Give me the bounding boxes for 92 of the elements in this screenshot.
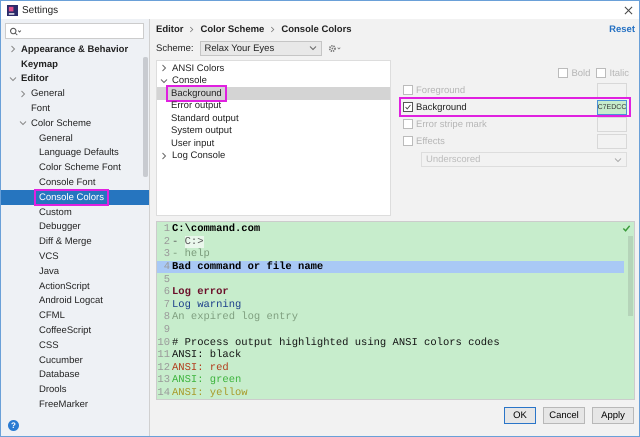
sidebar-item[interactable]: General: [1, 86, 149, 102]
chevron-right-icon[interactable]: [160, 152, 168, 160]
sidebar-item[interactable]: Color Scheme: [1, 116, 149, 131]
chevron-right-icon[interactable]: [19, 90, 27, 98]
code-line: ANSI: black: [172, 349, 242, 362]
tree-item[interactable]: Log Console: [157, 150, 390, 162]
help-button[interactable]: ?: [8, 420, 19, 430]
chevron-down-icon: [614, 156, 622, 164]
code-line: ANSI: red: [172, 362, 229, 374]
sidebar-item[interactable]: Language Defaults: [1, 146, 149, 160]
chevron-right-icon[interactable]: [9, 45, 17, 54]
line-number: 1: [162, 223, 170, 236]
gear-icon[interactable]: [328, 44, 342, 52]
color-swatch[interactable]: [597, 82, 627, 98]
sidebar-item[interactable]: Android Logcat: [1, 294, 149, 308]
chevron-down-icon[interactable]: [19, 119, 27, 128]
color-swatch[interactable]: [597, 116, 627, 132]
dialog-button[interactable]: Apply: [592, 406, 634, 424]
tree-item[interactable]: Console: [157, 74, 390, 87]
line-number: 11: [157, 349, 170, 362]
tree-item[interactable]: ANSI Colors: [157, 62, 390, 74]
tree-item[interactable]: System output: [157, 124, 390, 137]
attribute-checkbox[interactable]: Background: [403, 102, 467, 112]
sidebar-item[interactable]: CSS: [1, 338, 149, 353]
check-icon: [404, 103, 412, 111]
color-swatch[interactable]: [597, 134, 627, 148]
sidebar-item[interactable]: ActionScript: [1, 278, 149, 294]
scheme-label: Scheme:: [156, 42, 194, 54]
search-icon: [9, 26, 22, 36]
line-number: 10: [157, 336, 170, 349]
close-icon[interactable]: [624, 6, 633, 14]
sidebar-item[interactable]: Diff & Merge: [1, 234, 149, 250]
code-line: An expired log entry: [172, 311, 298, 324]
sidebar-item[interactable]: Keymap: [1, 56, 149, 72]
app-icon: [7, 4, 18, 16]
line-number: 14: [157, 387, 170, 399]
sidebar-item[interactable]: FreeMarker: [1, 397, 149, 412]
code-line: - help: [172, 248, 210, 260]
sidebar-item[interactable]: Database: [1, 368, 149, 382]
sidebar-item[interactable]: Debugger: [1, 220, 149, 234]
chevron-right-icon: [270, 26, 276, 33]
line-number: 9: [162, 324, 170, 336]
reset-link[interactable]: Reset: [609, 24, 635, 35]
sidebar-item[interactable]: Console Font: [1, 175, 149, 190]
code-line: Log warning: [172, 298, 242, 311]
code-line: - C:>: [172, 236, 204, 248]
sidebar-item[interactable]: Font: [1, 101, 149, 116]
line-number: 5: [162, 274, 170, 286]
sidebar-item[interactable]: Drools: [1, 382, 149, 398]
sidebar-item[interactable]: VCS: [1, 249, 149, 264]
code-line: ANSI: green: [172, 374, 242, 386]
line-number: 4: [162, 261, 170, 274]
chevron-right-icon: [189, 26, 194, 33]
chevron-down-icon[interactable]: [160, 76, 168, 85]
line-number: 6: [162, 286, 170, 298]
breadcrumb-item: Console Colors: [281, 24, 352, 35]
code-line: ANSI: yellow: [172, 387, 248, 399]
chevron-right-icon[interactable]: [160, 64, 168, 72]
tree-item[interactable]: Error output: [157, 100, 390, 112]
line-number: 8: [162, 311, 170, 324]
code-line: Log error: [172, 286, 229, 298]
sidebar-item[interactable]: CoffeeScript: [1, 323, 149, 338]
chevron-down-icon: [308, 44, 316, 52]
sidebar-item[interactable]: Color Scheme Font: [1, 160, 149, 176]
tree-item[interactable]: Standard output: [157, 112, 390, 124]
line-number: 13: [157, 374, 170, 386]
breadcrumb-item: Editor: [156, 24, 184, 35]
tree-item[interactable]: Background: [157, 87, 390, 100]
dialog-button[interactable]: Cancel: [543, 406, 585, 424]
search-field[interactable]: [5, 23, 144, 39]
sidebar-item[interactable]: Custom: [1, 204, 149, 220]
sidebar-item[interactable]: Appearance & Behavior: [1, 42, 149, 57]
line-number: 12: [157, 362, 170, 374]
sidebar-item[interactable]: Cucumber: [1, 352, 149, 368]
scheme-dropdown[interactable]: Relax Your Eyes: [200, 40, 322, 56]
sidebar-item[interactable]: General: [1, 130, 149, 146]
sidebar-item[interactable]: Console Colors: [1, 190, 149, 205]
chevron-down-icon[interactable]: [9, 74, 17, 83]
sidebar-item[interactable]: Editor: [1, 72, 149, 86]
code-line: # Process output highlighted using ANSI colors codes: [172, 336, 500, 349]
breadcrumb-item: Color Scheme: [200, 24, 264, 35]
sidebar-item[interactable]: Java: [1, 264, 149, 279]
window-title: Settings: [22, 4, 60, 16]
dialog-button[interactable]: OK: [504, 406, 536, 424]
line-number: 7: [162, 298, 170, 311]
code-line: C:\command.com: [172, 223, 260, 236]
tree-item[interactable]: User input: [157, 137, 390, 150]
line-number: 2: [162, 236, 170, 248]
sidebar-item[interactable]: CFML: [1, 308, 149, 324]
check-icon: [622, 224, 631, 233]
code-line: Bad command or file name: [172, 261, 324, 274]
line-number: 3: [162, 248, 170, 260]
